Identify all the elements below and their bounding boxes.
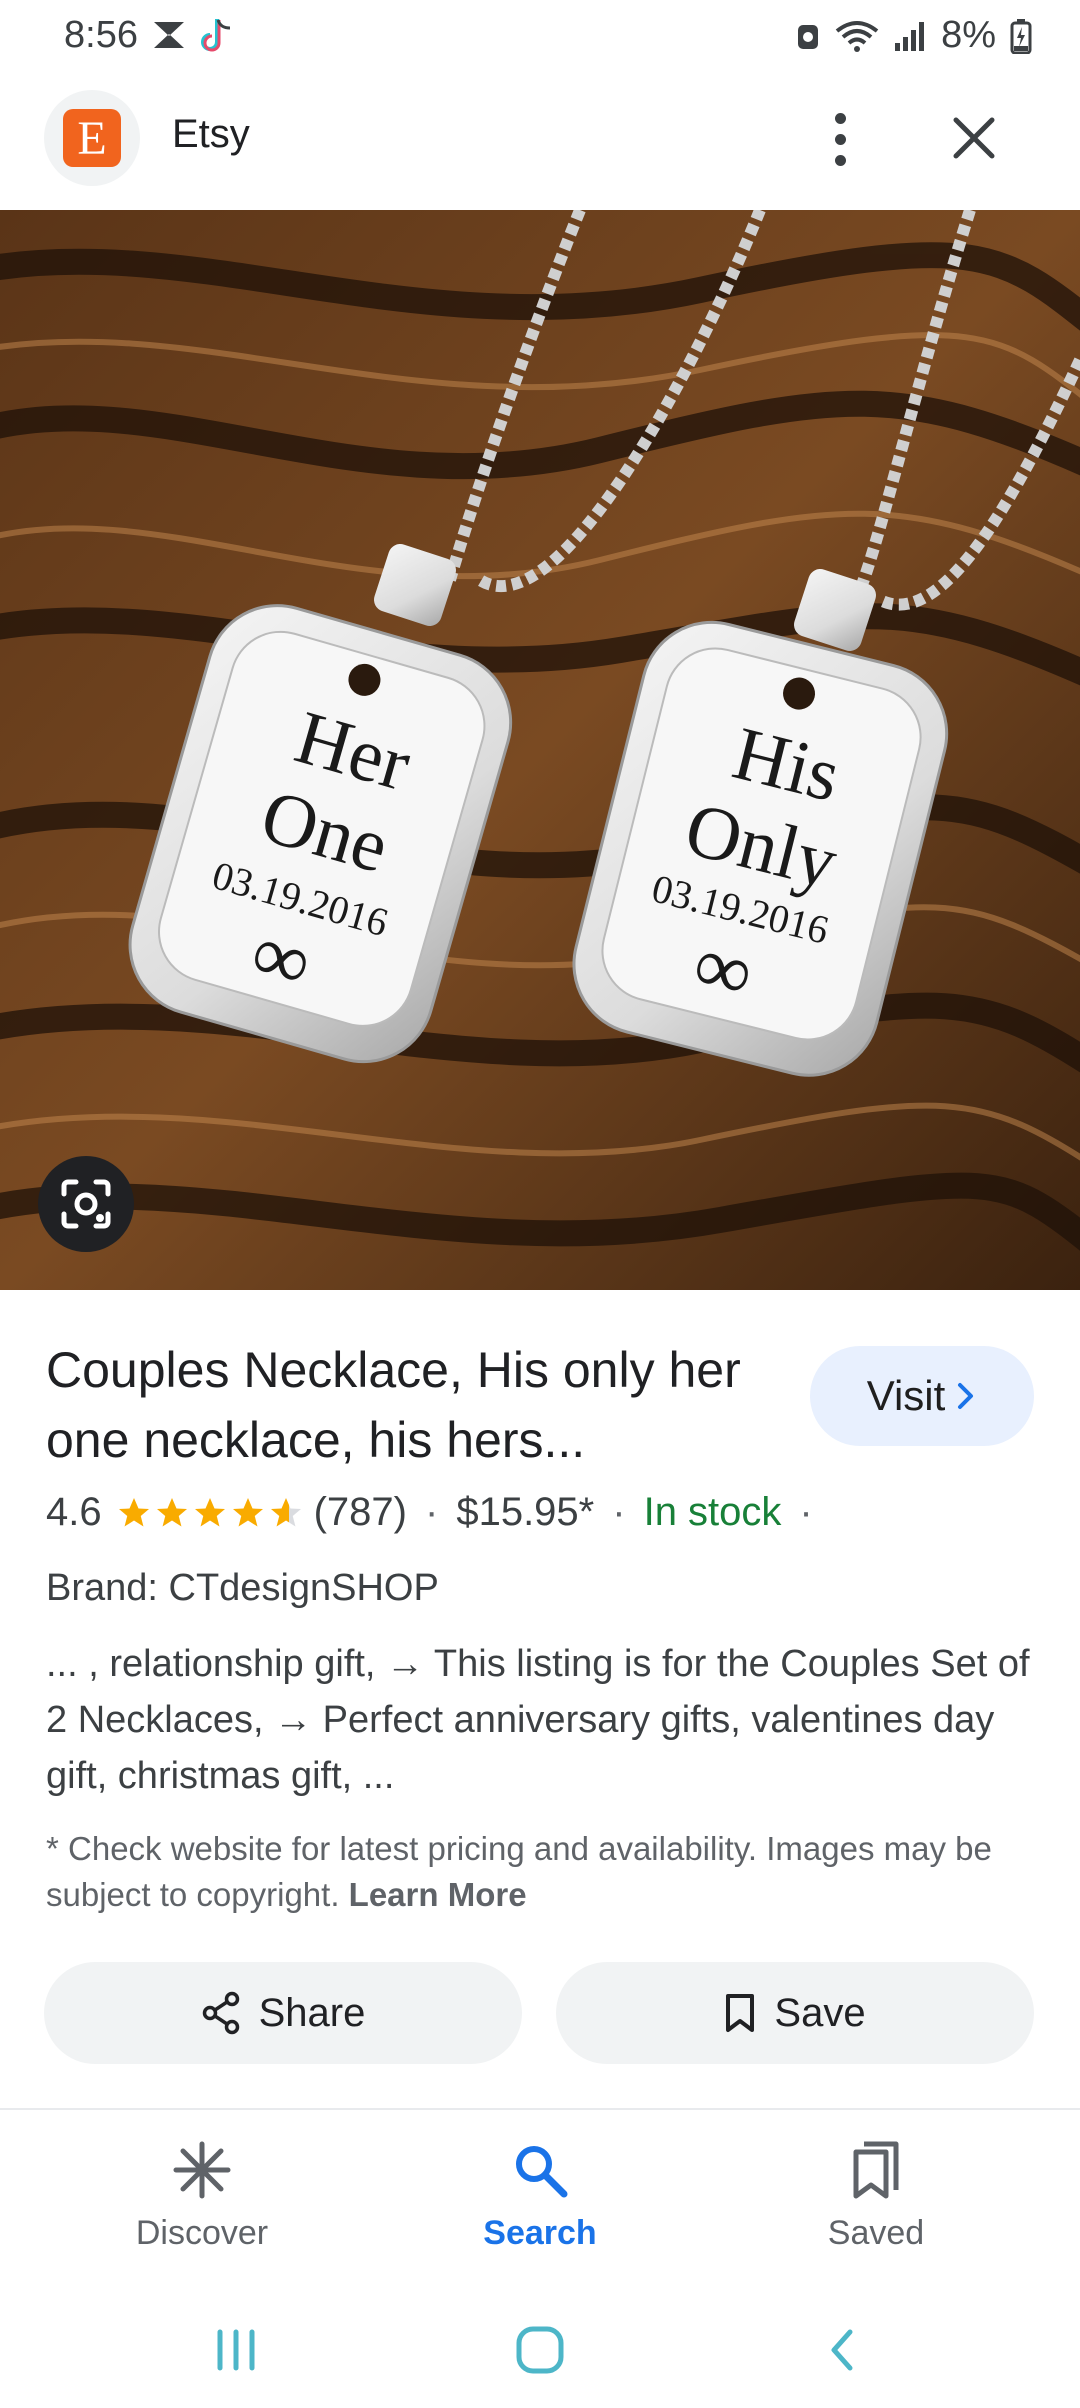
- star-icon: [156, 1497, 187, 1526]
- share-button[interactable]: Share: [44, 1962, 522, 2064]
- system-nav-bar: [0, 2300, 1080, 2408]
- nav-saved[interactable]: Saved: [756, 2140, 996, 2253]
- wifi-icon: [835, 20, 879, 52]
- alarm-icon: [798, 24, 819, 49]
- etsy-logo-icon: E: [63, 109, 121, 167]
- search-icon: [516, 2146, 568, 2198]
- star-icon: [232, 1497, 263, 1526]
- nav-search-label: Search: [483, 2214, 597, 2252]
- rating-stars: [116, 1495, 304, 1531]
- disclaimer: * Check website for latest pricing and a…: [46, 1826, 1036, 1918]
- asterisk-icon: [173, 2141, 231, 2199]
- status-time: 8:56: [64, 14, 138, 56]
- share-icon: [202, 1991, 239, 2035]
- star-icon: [194, 1497, 225, 1526]
- notification-icons: [150, 16, 234, 54]
- separator: ·: [799, 1490, 813, 1534]
- status-right: 8%: [795, 14, 1032, 57]
- more-options-icon[interactable]: [816, 106, 864, 172]
- back-icon[interactable]: [822, 2322, 862, 2378]
- battery-percent: 8%: [941, 14, 996, 56]
- half-star-icon: [270, 1497, 301, 1526]
- separator: ·: [612, 1490, 626, 1534]
- battery-icon: [1010, 18, 1032, 54]
- bookmark-icon: [726, 1994, 755, 2032]
- nav-discover-label: Discover: [135, 2214, 269, 2252]
- lens-icon: [61, 1179, 111, 1229]
- product-image[interactable]: Her One 03.19.2016 ∞ His Only 03.19.2016…: [0, 210, 1080, 1290]
- brand: Brand: CTdesignSHOP: [46, 1567, 439, 1609]
- close-icon[interactable]: [944, 108, 1004, 168]
- home-icon[interactable]: [512, 2322, 568, 2378]
- necklace-photo: Her One 03.19.2016 ∞ His Only 03.19.2016…: [0, 210, 1080, 1290]
- separator: ·: [425, 1490, 439, 1534]
- nav-discover[interactable]: Discover: [82, 2140, 322, 2253]
- tiktok-icon: [201, 19, 231, 52]
- learn-more-link[interactable]: Learn More: [349, 1876, 527, 1913]
- chevron-right-icon: [958, 1383, 974, 1409]
- rating-value: 4.6: [46, 1490, 102, 1534]
- save-label: Save: [774, 1990, 866, 2035]
- star-icon: [118, 1497, 149, 1526]
- site-name[interactable]: Etsy: [172, 112, 250, 157]
- nav-saved-label: Saved: [827, 2214, 925, 2252]
- price: $15.95*: [456, 1490, 595, 1534]
- bookmarks-icon: [853, 2141, 899, 2199]
- product-description: ... , relationship gift, → This listing …: [46, 1643, 1030, 1797]
- header: E Etsy: [0, 84, 1080, 204]
- nav-search[interactable]: Search: [420, 2140, 660, 2253]
- message-notification-icon: [154, 22, 184, 48]
- product-title[interactable]: Couples Necklace, His only her one neckl…: [46, 1335, 766, 1475]
- save-button[interactable]: Save: [556, 1962, 1034, 2064]
- review-count: (787): [313, 1490, 407, 1534]
- site-logo[interactable]: E: [44, 90, 140, 186]
- share-label: Share: [258, 1990, 366, 2035]
- visit-label: Visit: [866, 1372, 946, 1419]
- signal-icon: [895, 21, 925, 51]
- recents-icon[interactable]: [212, 2322, 260, 2378]
- bottom-nav: Discover Search Saved: [0, 2110, 1080, 2300]
- visit-button[interactable]: Visit: [810, 1346, 1034, 1446]
- status-bar: 8:56 8%: [0, 0, 1080, 72]
- rating-row: 4.6 (787) · $15.95* · In stock ·: [46, 1490, 831, 1535]
- stock-status: In stock: [643, 1490, 782, 1534]
- lens-search-button[interactable]: [38, 1156, 134, 1252]
